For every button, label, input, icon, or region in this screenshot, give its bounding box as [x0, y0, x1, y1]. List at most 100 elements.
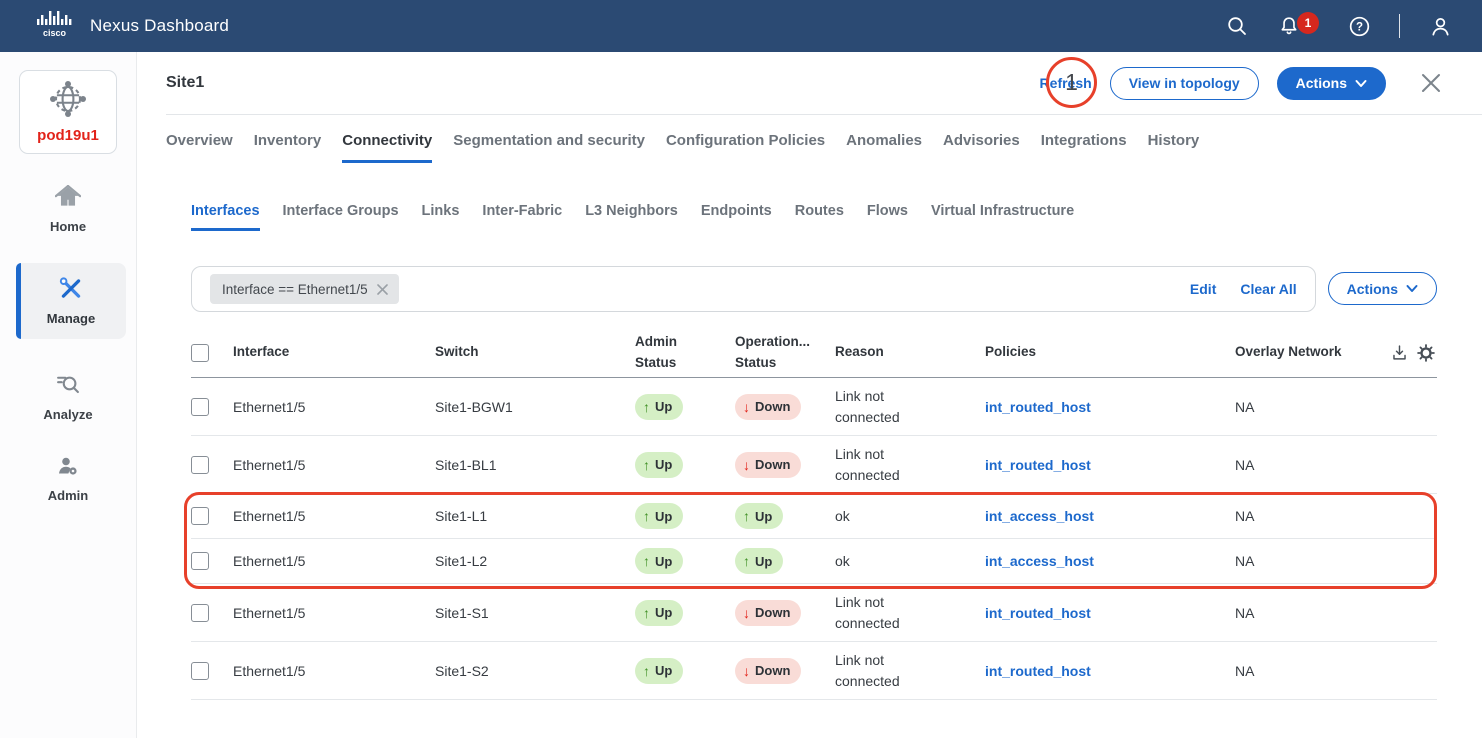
actions-button[interactable]: Actions: [1277, 67, 1386, 100]
policy-link[interactable]: int_routed_host: [985, 663, 1235, 679]
down-arrow-icon: ↓: [743, 605, 750, 621]
sidebar-item-analyze[interactable]: Analyze: [0, 372, 136, 422]
cell-reason: Link not connected: [835, 650, 927, 692]
up-arrow-icon: ↑: [643, 553, 650, 569]
subtab-links[interactable]: Links: [422, 203, 460, 231]
tab-connectivity[interactable]: Connectivity: [342, 132, 432, 163]
admin-status-badge: ↑Up: [635, 452, 683, 478]
col-switch[interactable]: Switch: [435, 342, 635, 362]
admin-status-badge: ↑Up: [635, 394, 683, 420]
tab-inventory[interactable]: Inventory: [254, 132, 322, 163]
filter-chip[interactable]: Interface == Ethernet1/5: [210, 274, 399, 304]
subtab-virtual-infrastructure[interactable]: Virtual Infrastructure: [931, 203, 1074, 231]
cell-overlay: NA: [1235, 605, 1390, 621]
row-checkbox[interactable]: [191, 662, 209, 680]
notification-badge[interactable]: 1: [1297, 12, 1319, 34]
close-icon[interactable]: [1420, 72, 1442, 94]
col-overlay-network[interactable]: Overlay Network: [1235, 342, 1390, 362]
tab-overview[interactable]: Overview: [166, 132, 233, 163]
cell-switch: Site1-S1: [435, 605, 635, 621]
policy-link[interactable]: int_routed_host: [985, 399, 1235, 415]
col-policies[interactable]: Policies: [985, 342, 1235, 362]
cell-reason: Link not connected: [835, 592, 927, 634]
cell-reason: ok: [835, 506, 927, 527]
table-row: Ethernet1/5 Site1-BL1 ↑Up ↓Down Link not…: [191, 436, 1437, 494]
col-interface[interactable]: Interface: [233, 342, 435, 362]
cell-interface: Ethernet1/5: [233, 663, 435, 679]
cluster-icon: [49, 104, 87, 121]
gear-icon[interactable]: [1417, 344, 1435, 362]
tab-segmentation-and-security[interactable]: Segmentation and security: [453, 132, 645, 163]
sidebar-item-home[interactable]: Home: [0, 185, 136, 234]
admin-status-badge: ↑Up: [635, 548, 683, 574]
subtab-interface-groups[interactable]: Interface Groups: [283, 203, 399, 231]
row-checkbox[interactable]: [191, 507, 209, 525]
cell-interface: Ethernet1/5: [233, 553, 435, 569]
cell-switch: Site1-BL1: [435, 457, 635, 473]
col-reason[interactable]: Reason: [835, 342, 985, 362]
view-in-topology-button[interactable]: View in topology: [1110, 67, 1259, 100]
admin-status-badge: ↑Up: [635, 600, 683, 626]
cell-switch: Site1-L2: [435, 553, 635, 569]
cell-interface: Ethernet1/5: [233, 508, 435, 524]
table-row: Ethernet1/5 Site1-L1 ↑Up ↑Up ok int_acce…: [191, 494, 1437, 539]
subtab-inter-fabric[interactable]: Inter-Fabric: [482, 203, 562, 231]
tab-advisories[interactable]: Advisories: [943, 132, 1020, 163]
interfaces-table: Interface Switch Admin Status Operation.…: [191, 328, 1437, 700]
subtab-interfaces[interactable]: Interfaces: [191, 203, 260, 231]
policy-link[interactable]: int_routed_host: [985, 605, 1235, 621]
row-checkbox[interactable]: [191, 456, 209, 474]
annotation-step-number: 1: [1065, 69, 1078, 96]
download-icon[interactable]: [1391, 344, 1408, 362]
oper-status-badge: ↓Down: [735, 600, 801, 626]
subtab-endpoints[interactable]: Endpoints: [701, 203, 772, 231]
subtab-l3-neighbors[interactable]: L3 Neighbors: [585, 203, 678, 231]
cluster-selector[interactable]: pod19u1: [19, 70, 117, 154]
filter-edit-link[interactable]: Edit: [1190, 281, 1216, 297]
tab-configuration-policies[interactable]: Configuration Policies: [666, 132, 825, 163]
sidebar-item-manage[interactable]: Manage: [16, 263, 126, 339]
policy-link[interactable]: int_access_host: [985, 553, 1235, 569]
help-icon[interactable]: ?: [1347, 14, 1371, 38]
row-checkbox[interactable]: [191, 398, 209, 416]
tools-icon: [58, 275, 84, 306]
notifications[interactable]: 1: [1277, 14, 1301, 38]
subtab-flows[interactable]: Flows: [867, 203, 908, 231]
row-checkbox[interactable]: [191, 604, 209, 622]
cluster-name[interactable]: pod19u1: [24, 127, 112, 144]
oper-status-badge: ↑Up: [735, 548, 783, 574]
sidebar-item-label: Admin: [48, 488, 88, 503]
filter-clear-all-link[interactable]: Clear All: [1240, 281, 1296, 297]
policy-link[interactable]: int_access_host: [985, 508, 1235, 524]
sidebar-item-admin[interactable]: Admin: [0, 454, 136, 503]
subtab-routes[interactable]: Routes: [795, 203, 844, 231]
table-header-row: Interface Switch Admin Status Operation.…: [191, 328, 1437, 378]
user-icon[interactable]: [1428, 14, 1452, 38]
chip-remove-icon[interactable]: [376, 283, 389, 296]
select-all-checkbox[interactable]: [191, 344, 209, 362]
cell-overlay: NA: [1235, 553, 1390, 569]
cell-overlay: NA: [1235, 508, 1390, 524]
cell-overlay: NA: [1235, 457, 1390, 473]
home-icon: [55, 185, 81, 214]
annotation-step-circle: 1: [1046, 57, 1097, 108]
up-arrow-icon: ↑: [743, 553, 750, 569]
chevron-down-icon: [1355, 79, 1367, 88]
tab-integrations[interactable]: Integrations: [1041, 132, 1127, 163]
policy-link[interactable]: int_routed_host: [985, 457, 1235, 473]
col-admin-status[interactable]: Admin Status: [635, 332, 719, 373]
topbar-divider: [1399, 14, 1400, 38]
selected-indicator: [16, 263, 21, 339]
search-icon[interactable]: [1225, 14, 1249, 38]
table-actions-button[interactable]: Actions: [1328, 272, 1437, 305]
oper-status-badge: ↓Down: [735, 394, 801, 420]
cell-switch: Site1-L1: [435, 508, 635, 524]
cell-interface: Ethernet1/5: [233, 399, 435, 415]
col-operational-status[interactable]: Operation... Status: [735, 332, 819, 373]
tab-anomalies[interactable]: Anomalies: [846, 132, 922, 163]
filter-bar[interactable]: Interface == Ethernet1/5 Edit Clear All: [191, 266, 1316, 312]
oper-status-badge: ↑Up: [735, 503, 783, 529]
tab-history[interactable]: History: [1148, 132, 1200, 163]
row-checkbox[interactable]: [191, 552, 209, 570]
cell-overlay: NA: [1235, 399, 1390, 415]
